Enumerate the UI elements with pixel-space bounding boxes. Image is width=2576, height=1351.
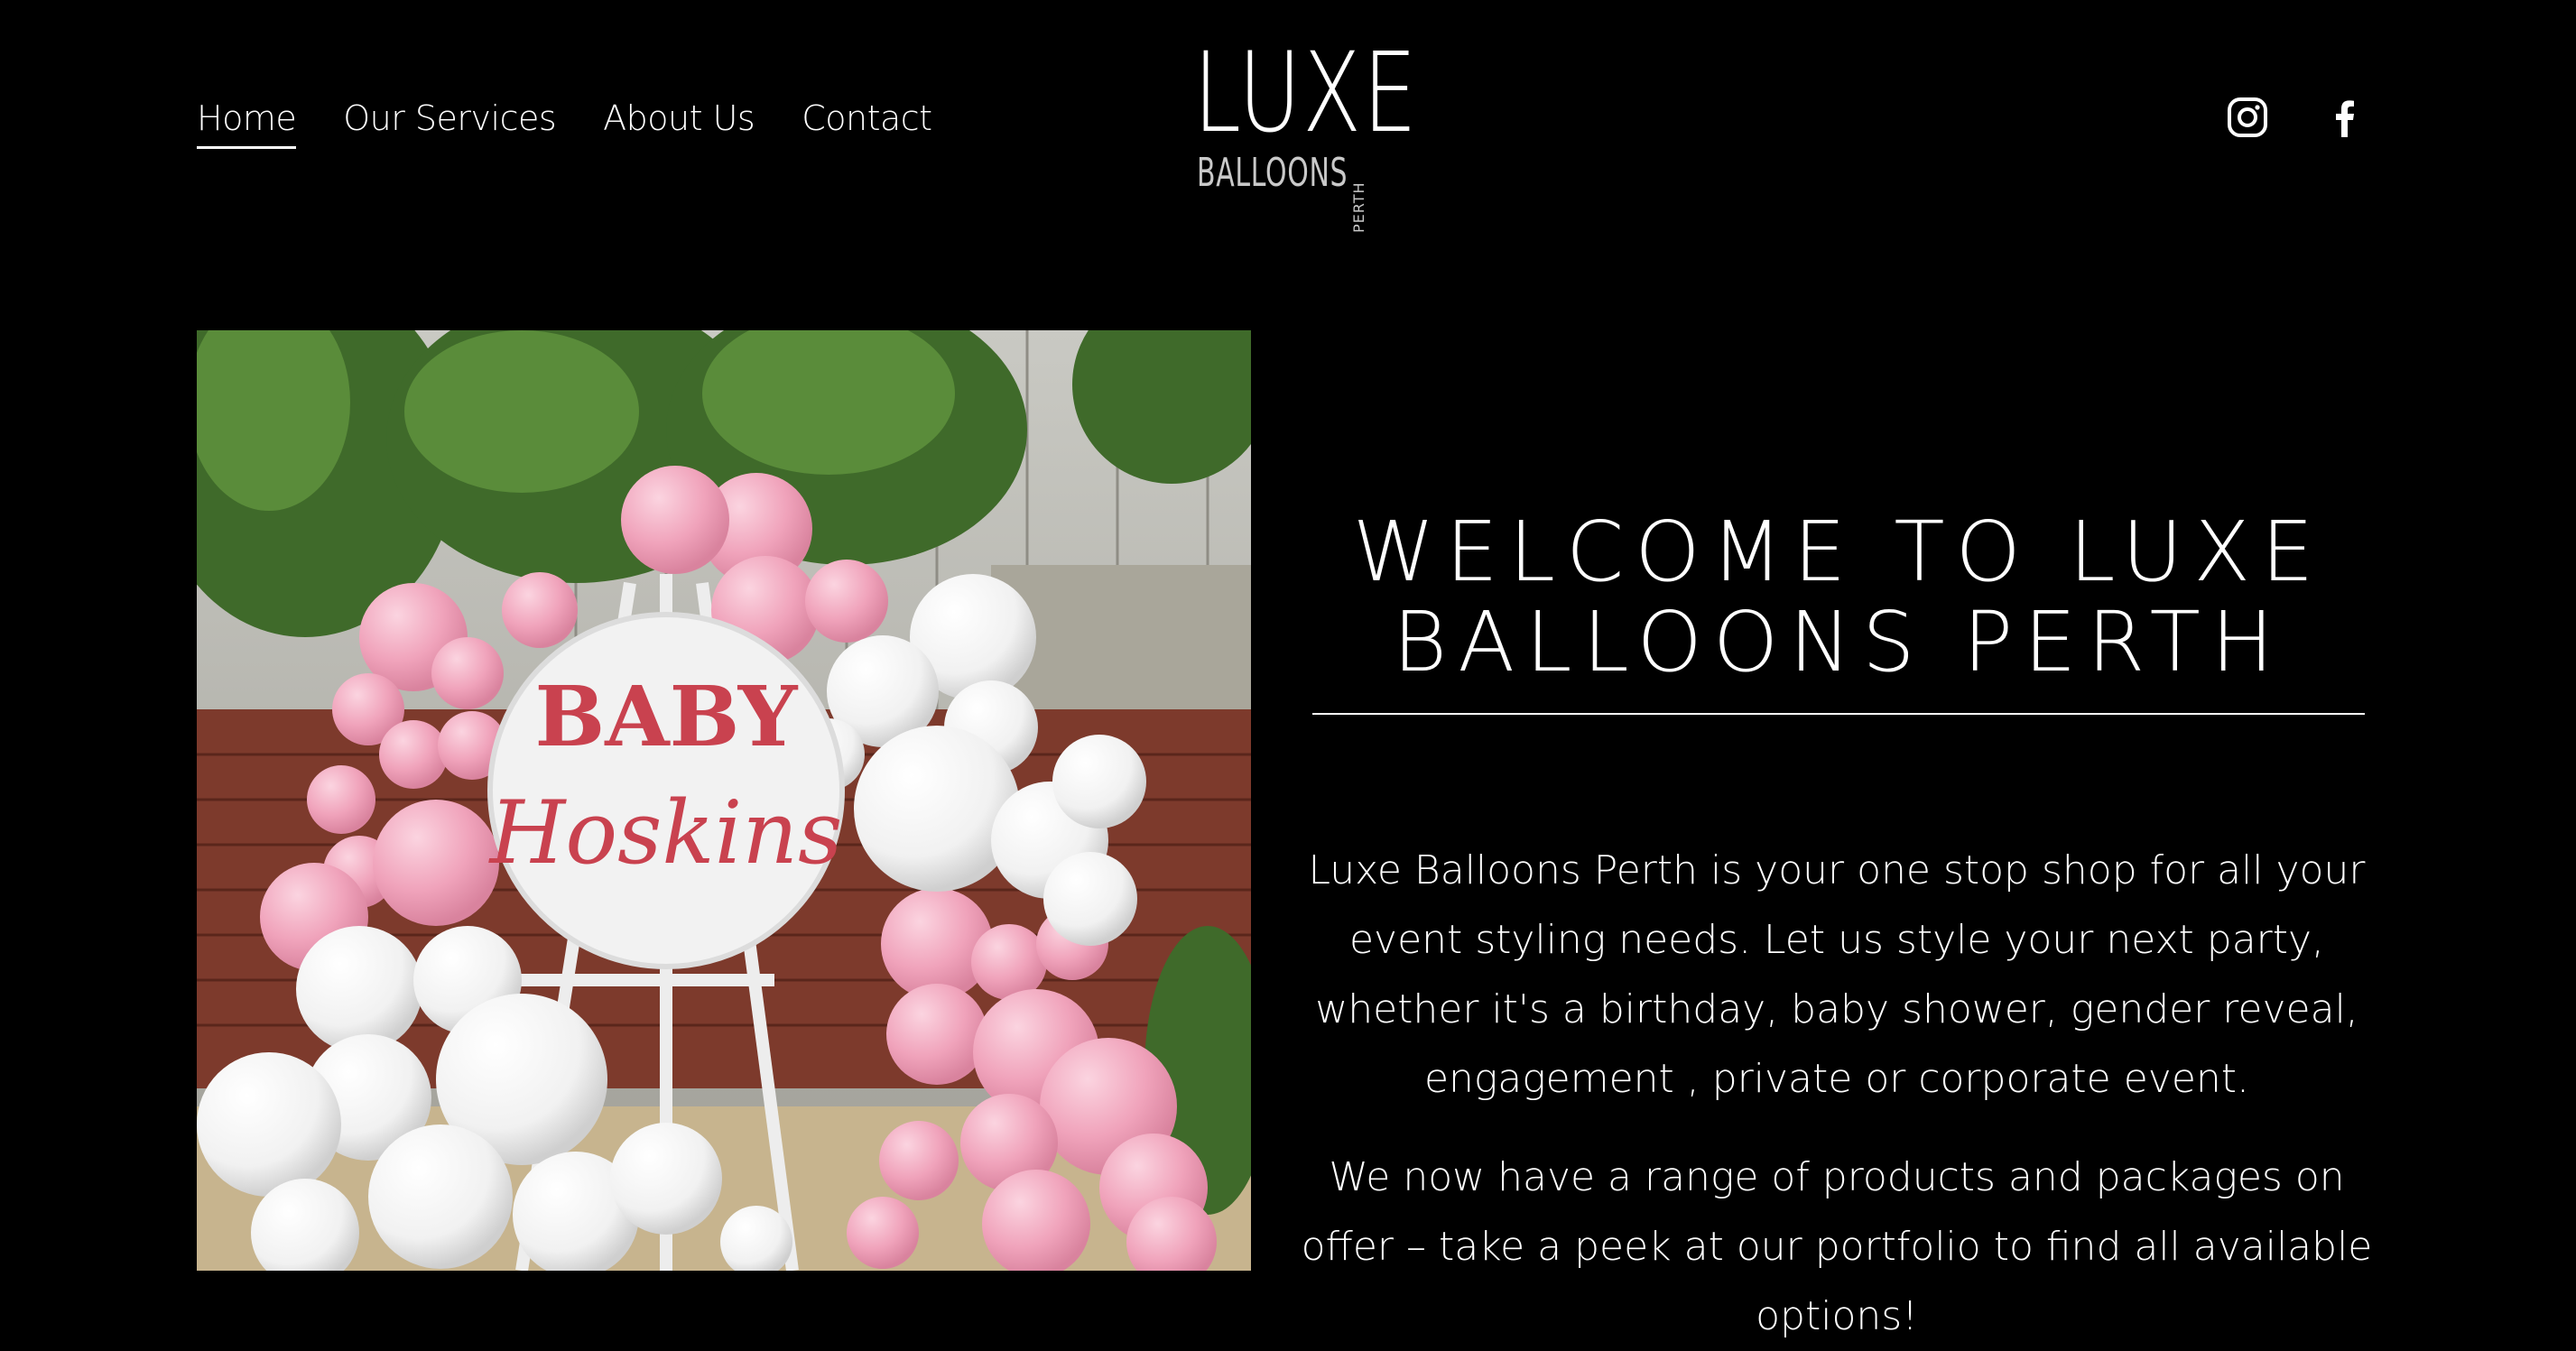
sign-text-baby: BABY	[535, 668, 799, 765]
nav-home[interactable]: Home	[197, 98, 297, 149]
balloon-garland-illustration: BABY Hoskins	[197, 330, 1251, 1271]
social-links	[2226, 96, 2367, 139]
nav-contact[interactable]: Contact	[802, 98, 932, 143]
logo-subtitle: BALLOONS	[1197, 150, 1348, 196]
page-title: WELCOME TO LUXE BALLOONS PERTH	[1352, 503, 2325, 690]
hero-image: BABY Hoskins	[197, 330, 1251, 1271]
facebook-link[interactable]	[2323, 96, 2367, 139]
nav-about-us[interactable]: About Us	[603, 98, 755, 143]
instagram-link[interactable]	[2226, 96, 2269, 139]
logo-tag: PERTH	[1350, 181, 1367, 233]
main-nav: Home Our Services About Us Contact	[197, 94, 932, 149]
site-logo[interactable]: LUXE BALLOONS PERTH	[1193, 38, 1417, 233]
intro-paragraph: Luxe Balloons Perth is your one stop sho…	[1308, 847, 2366, 1102]
divider	[1312, 713, 2365, 715]
nav-our-services[interactable]: Our Services	[343, 98, 556, 143]
facebook-icon	[2336, 100, 2354, 137]
products-paragraph: We now have a range of products and pack…	[1301, 1154, 2373, 1339]
instagram-icon	[2228, 97, 2267, 137]
logo-wordmark: LUXE	[1193, 29, 1419, 157]
sign-text-name: Hoskins	[488, 782, 843, 884]
